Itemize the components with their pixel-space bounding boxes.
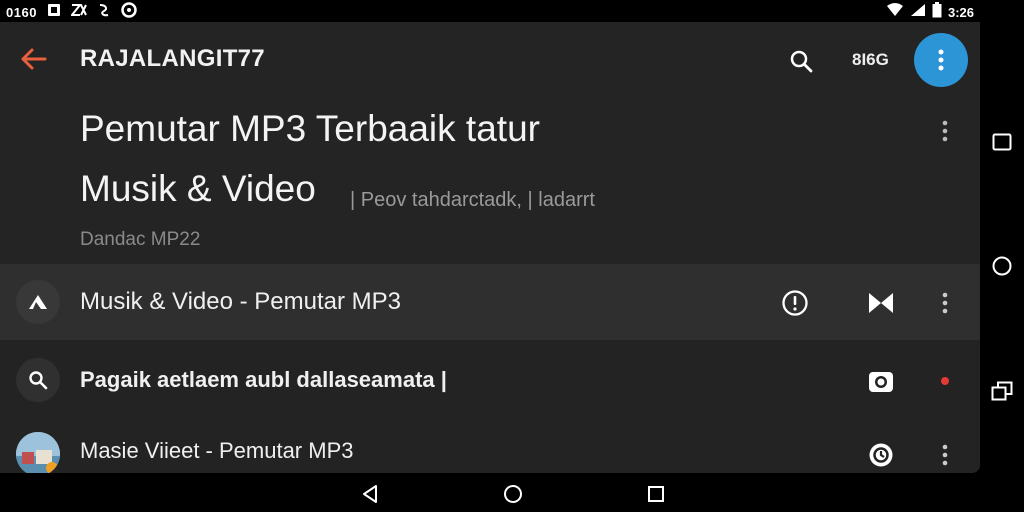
notification-swirl-icon bbox=[97, 3, 111, 22]
header: RAJALANGIT77 8I6G Pemutar MP3 Terbaaik t… bbox=[0, 22, 980, 264]
status-bar: 0160 3:26 bbox=[0, 0, 1024, 22]
page-title: Pemutar MP3 Terbaaik tatur bbox=[80, 108, 540, 149]
bottom-navigation-bar bbox=[0, 473, 1024, 512]
page-title-suffix: | Peov tahdarctadk, | ladarrt bbox=[350, 189, 595, 211]
record-dot-icon bbox=[941, 377, 949, 385]
more-vertical-icon bbox=[942, 292, 948, 314]
avatar bbox=[16, 432, 60, 473]
back-button[interactable] bbox=[16, 42, 50, 76]
home-nav-button[interactable] bbox=[501, 483, 525, 505]
signal-icon bbox=[910, 3, 926, 22]
list-item[interactable]: Musik & Video - Pemutar MP3 bbox=[0, 264, 980, 340]
share-button[interactable] bbox=[864, 286, 898, 320]
status-time: 3:26 bbox=[947, 5, 974, 20]
wifi-icon bbox=[886, 3, 904, 22]
search-icon bbox=[16, 358, 60, 402]
header-more-button[interactable] bbox=[934, 116, 956, 146]
notification-grid-icon bbox=[69, 3, 87, 22]
recents-button[interactable] bbox=[990, 130, 1014, 154]
home-button[interactable] bbox=[990, 254, 1014, 278]
overlapping-squares-icon bbox=[991, 381, 1013, 401]
list-item-label: Pagaik aetlaem aubl dallaseamata | bbox=[80, 367, 447, 392]
alert-circle-icon bbox=[782, 290, 808, 316]
app-window: RAJALANGIT77 8I6G Pemutar MP3 Terbaaik t… bbox=[0, 22, 980, 473]
more-vertical-icon bbox=[938, 49, 944, 71]
row-more-button[interactable] bbox=[934, 288, 956, 318]
list-item-label: Musik & Video - Pemutar MP3 bbox=[80, 288, 402, 315]
square-recents-icon bbox=[648, 486, 664, 502]
timer-button[interactable] bbox=[864, 438, 898, 472]
info-button[interactable] bbox=[778, 286, 812, 320]
search-icon bbox=[790, 50, 813, 73]
search-button[interactable] bbox=[784, 44, 818, 78]
row-more-button[interactable] bbox=[934, 440, 956, 470]
list-item[interactable]: Masie Viieet - Pemutar MP3 bbox=[0, 416, 980, 473]
list-item[interactable]: Pagaik aetlaem aubl dallaseamata | bbox=[0, 342, 980, 418]
recents-nav-button[interactable] bbox=[644, 483, 668, 505]
back-nav-button[interactable] bbox=[358, 483, 382, 505]
clock-icon bbox=[869, 443, 893, 467]
app-title: RAJALANGIT77 bbox=[80, 45, 265, 72]
avatar-image bbox=[16, 432, 60, 473]
camera-icon bbox=[869, 372, 893, 392]
battery-icon bbox=[932, 2, 942, 23]
page-subtitle: Dandac MP22 bbox=[80, 229, 201, 250]
list-item-label: Masie Viieet - Pemutar MP3 bbox=[80, 438, 354, 463]
side-navigation-bar bbox=[980, 22, 1024, 473]
bowtie-icon bbox=[869, 293, 893, 313]
more-vertical-icon bbox=[942, 444, 948, 466]
notification-square-icon bbox=[47, 3, 61, 22]
camera-button[interactable] bbox=[864, 364, 898, 398]
triangle-logo-icon bbox=[16, 280, 60, 324]
more-vertical-icon bbox=[942, 120, 948, 142]
app-bar-count: 8I6G bbox=[852, 50, 889, 69]
circle-icon bbox=[992, 256, 1012, 276]
page-title-line2: Musik & Video bbox=[80, 168, 316, 209]
circle-home-icon bbox=[504, 485, 522, 503]
record-indicator bbox=[934, 366, 956, 396]
triangle-back-icon bbox=[363, 485, 377, 503]
multitask-button[interactable] bbox=[990, 379, 1014, 403]
notification-circle-icon bbox=[121, 2, 137, 23]
square-icon bbox=[992, 133, 1012, 151]
back-arrow-icon bbox=[21, 48, 47, 70]
status-left-text: 0160 bbox=[6, 5, 37, 20]
overflow-menu-button[interactable] bbox=[914, 33, 968, 87]
